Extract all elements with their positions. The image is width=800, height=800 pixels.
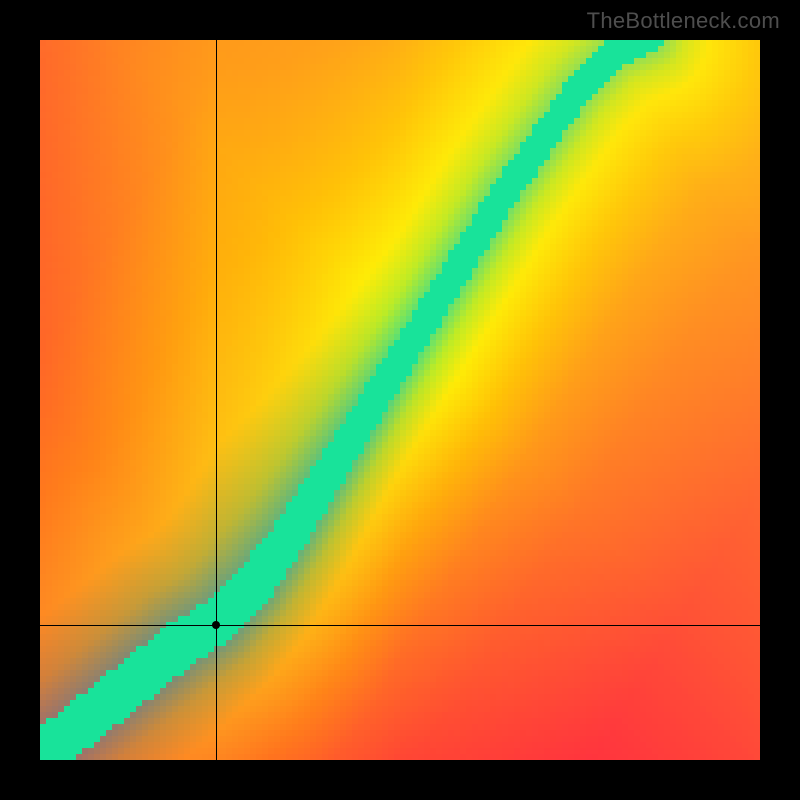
crosshair-horizontal xyxy=(40,625,760,626)
crosshair-vertical xyxy=(216,40,217,760)
watermark-text: TheBottleneck.com xyxy=(587,8,780,34)
bottleneck-heatmap xyxy=(40,40,760,760)
